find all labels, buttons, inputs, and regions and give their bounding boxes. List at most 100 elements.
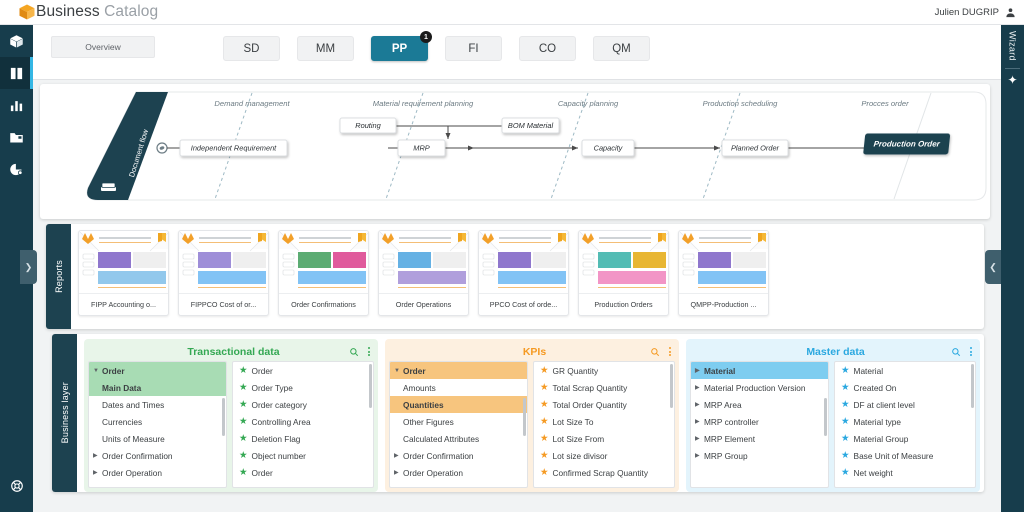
- field-item[interactable]: ★ Controlling Area: [233, 413, 373, 430]
- star-icon[interactable]: ★: [239, 417, 248, 427]
- tree-item[interactable]: ▼ Order: [89, 362, 226, 379]
- field-item[interactable]: ★ Material Group: [835, 430, 975, 447]
- field-scrollbar[interactable]: [971, 364, 974, 408]
- field-item[interactable]: ★ Total Order Quantity: [534, 396, 674, 413]
- field-item[interactable]: ★ Lot size divisor: [534, 447, 674, 464]
- tree-item[interactable]: ▶ Order Confirmation: [89, 447, 226, 464]
- report-card[interactable]: Order Confirmations: [278, 230, 369, 316]
- panel-tree[interactable]: ▶ Material ▶ Material Production Version ▶ MR…: [690, 361, 829, 488]
- report-card[interactable]: FIPP Accounting o...: [78, 230, 169, 316]
- field-item[interactable]: ★ Material: [835, 362, 975, 379]
- report-card[interactable]: QMPP-Production ...: [678, 230, 769, 316]
- search-icon[interactable]: [349, 347, 359, 357]
- tab-co[interactable]: CO: [519, 36, 576, 61]
- tree-item[interactable]: ▶ Material Production Version: [691, 379, 828, 396]
- chevron-right-icon[interactable]: ▶: [394, 469, 403, 476]
- diagram-node[interactable]: Independent Requirement: [179, 139, 288, 157]
- field-item[interactable]: ★ Order category: [233, 396, 373, 413]
- chevron-right-icon[interactable]: ▶: [93, 469, 102, 476]
- chevron-right-icon[interactable]: ▶: [695, 384, 704, 391]
- star-icon[interactable]: ★: [841, 468, 850, 478]
- sidebar-item-analytics[interactable]: [0, 89, 33, 121]
- field-item[interactable]: ★ Material type: [835, 413, 975, 430]
- star-icon[interactable]: ★: [841, 366, 850, 376]
- search-icon[interactable]: [951, 347, 961, 357]
- user-avatar-icon[interactable]: [1005, 7, 1016, 18]
- diagram-node[interactable]: MRP: [397, 139, 446, 157]
- panel-field-list[interactable]: ★ GR Quantity ★ Total Scrap Quantity ★ Total …: [533, 361, 675, 488]
- star-icon[interactable]: ★: [540, 434, 549, 444]
- sidebar-item-cube[interactable]: [0, 25, 33, 57]
- diagram-node[interactable]: Planned Order: [721, 139, 789, 157]
- more-vertical-icon[interactable]: [368, 347, 370, 356]
- star-icon[interactable]: ★: [540, 451, 549, 461]
- star-icon[interactable]: ★: [540, 468, 549, 478]
- field-item[interactable]: ★ Created On: [835, 379, 975, 396]
- field-scrollbar[interactable]: [670, 364, 673, 408]
- star-icon[interactable]: ★: [841, 417, 850, 427]
- tree-item[interactable]: ▼ Order: [390, 362, 527, 379]
- chevron-right-icon[interactable]: ▶: [394, 452, 403, 459]
- tree-scrollbar[interactable]: [222, 398, 225, 436]
- chevron-right-icon[interactable]: ▶: [695, 401, 704, 408]
- field-item[interactable]: ★ Base Unit of Measure: [835, 447, 975, 464]
- tree-item[interactable]: Amounts: [390, 379, 527, 396]
- field-item[interactable]: ★ Order: [233, 464, 373, 481]
- chevron-down-icon[interactable]: ▼: [93, 368, 102, 374]
- wizard-collapse-handle[interactable]: ❮: [985, 250, 1001, 284]
- wizard-rail[interactable]: Wizard ✦: [1001, 25, 1024, 512]
- field-item[interactable]: ★ DF at client level: [835, 396, 975, 413]
- tree-item[interactable]: Units of Measure: [89, 430, 226, 447]
- field-item[interactable]: ★ Object number: [233, 447, 373, 464]
- tab-overview[interactable]: Overview: [51, 36, 155, 58]
- sidebar-item-reports[interactable]: [0, 153, 33, 185]
- star-icon[interactable]: ★: [540, 383, 549, 393]
- diagram-node[interactable]: Capacity: [581, 139, 635, 157]
- star-icon[interactable]: ★: [540, 417, 549, 427]
- chevron-right-icon[interactable]: ▶: [695, 452, 704, 459]
- report-card[interactable]: PPCO Cost of orde...: [478, 230, 569, 316]
- tab-mm[interactable]: MM: [297, 36, 354, 61]
- star-icon[interactable]: ★: [239, 451, 248, 461]
- tab-sd[interactable]: SD: [223, 36, 280, 61]
- diagram-node[interactable]: Routing: [339, 117, 397, 134]
- field-item[interactable]: ★ Net weight: [835, 464, 975, 481]
- chevron-right-icon[interactable]: ▶: [695, 435, 704, 442]
- tree-item[interactable]: Main Data: [89, 379, 226, 396]
- tab-pp[interactable]: PP 1: [371, 31, 432, 61]
- tree-scrollbar[interactable]: [824, 398, 827, 436]
- panel-tree[interactable]: ▼ Order Amounts Quantities Other Figures Calc…: [389, 361, 528, 488]
- star-icon[interactable]: ★: [540, 400, 549, 410]
- tree-item[interactable]: Currencies: [89, 413, 226, 430]
- field-item[interactable]: ★ Total Scrap Quantity: [534, 379, 674, 396]
- tree-item[interactable]: ▶ Order Operation: [89, 464, 226, 481]
- star-icon[interactable]: ★: [841, 383, 850, 393]
- star-icon[interactable]: ★: [239, 383, 248, 393]
- field-item[interactable]: ★ GR Quantity: [534, 362, 674, 379]
- more-vertical-icon[interactable]: [970, 347, 972, 356]
- sidebar-item-help[interactable]: [0, 470, 33, 502]
- tree-scrollbar[interactable]: [523, 398, 526, 436]
- tree-item[interactable]: ▶ Order Confirmation: [390, 447, 527, 464]
- field-item[interactable]: ★ Order: [233, 362, 373, 379]
- more-vertical-icon[interactable]: [669, 347, 671, 356]
- diagram-node[interactable]: BOM Material: [501, 117, 560, 134]
- field-item[interactable]: ★ Lot Size From: [534, 430, 674, 447]
- search-icon[interactable]: [650, 347, 660, 357]
- star-icon[interactable]: ★: [239, 468, 248, 478]
- star-icon[interactable]: ★: [239, 434, 248, 444]
- field-scrollbar[interactable]: [369, 364, 372, 408]
- tree-item[interactable]: ▶ MRP Area: [691, 396, 828, 413]
- chevron-right-icon[interactable]: ▶: [695, 418, 704, 425]
- tree-item[interactable]: ▶ MRP Group: [691, 447, 828, 464]
- chevron-right-icon[interactable]: ▶: [695, 367, 704, 374]
- star-icon[interactable]: ★: [841, 434, 850, 444]
- document-flow-diagram[interactable]: Document flow Demand management Material …: [40, 84, 990, 219]
- tree-item[interactable]: ▶ MRP Element: [691, 430, 828, 447]
- panel-field-list[interactable]: ★ Material ★ Created On ★ DF at client level ★…: [834, 361, 976, 488]
- report-card[interactable]: Production Orders: [578, 230, 669, 316]
- panel-tree[interactable]: ▼ Order Main Data Dates and Times Currencies…: [88, 361, 227, 488]
- tab-qm[interactable]: QM: [593, 36, 650, 61]
- field-item[interactable]: ★ Confirmed Scrap Quantity: [534, 464, 674, 481]
- tree-item[interactable]: Calculated Attributes: [390, 430, 527, 447]
